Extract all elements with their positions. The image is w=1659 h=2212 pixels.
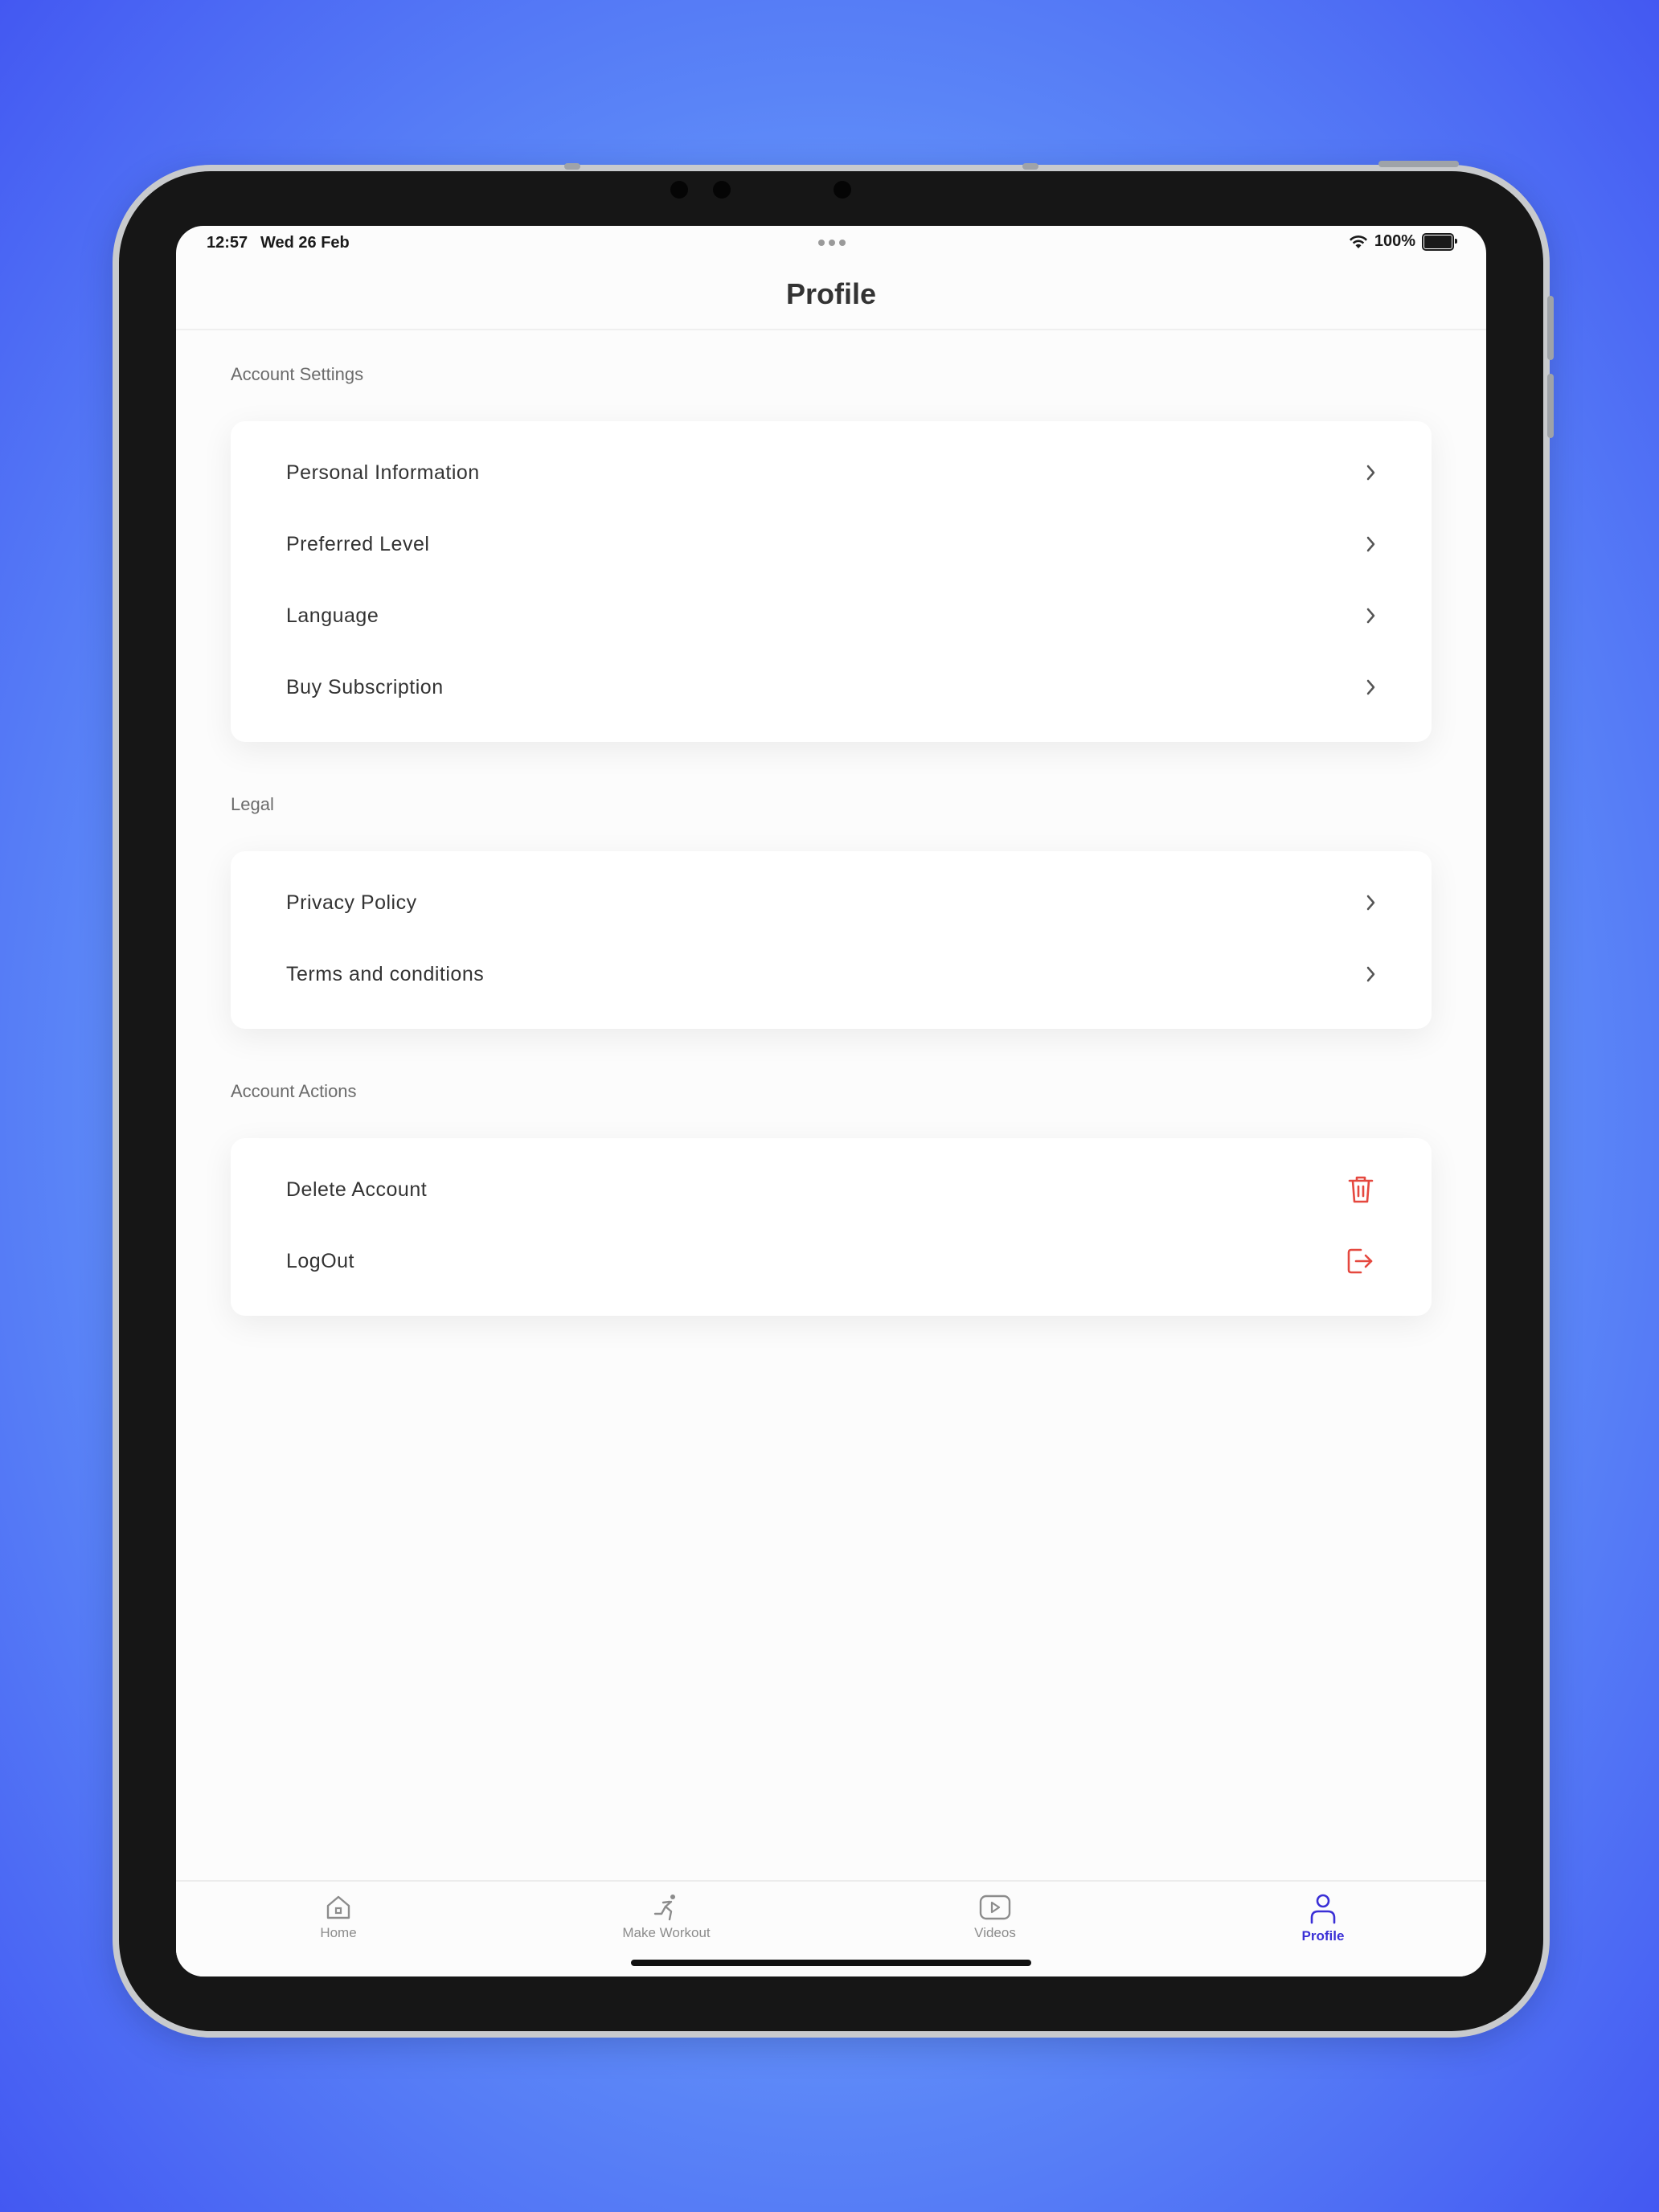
row-logout[interactable]: LogOut [231,1227,1432,1298]
workout-icon [653,1895,675,1921]
row-preferred-level[interactable]: Preferred Level [231,510,1432,581]
page-title: Profile [785,277,877,310]
tab-label: Videos [974,1925,1016,1940]
volume-down-button [1547,374,1554,438]
person-icon [1310,1894,1336,1924]
account-settings-card: Personal Information Preferred Level Lan… [231,421,1432,742]
section-label-legal: Legal [231,794,274,814]
status-right: 100% [1349,232,1457,251]
section-label-account-actions: Account Actions [231,1081,357,1101]
legal-card: Privacy Policy Terms and conditions [231,851,1432,1029]
chevron-right-icon [1366,465,1375,481]
wifi-icon [1349,235,1367,248]
top-button-left [564,163,580,170]
tab-videos[interactable]: Videos [955,1893,1035,1941]
front-camera [834,181,851,199]
navigation-bar: Profile [176,260,1486,330]
top-button-power [1378,161,1459,167]
row-label: Terms and conditions [286,963,485,985]
chevron-right-icon [1366,895,1375,911]
tab-make-workout[interactable]: Make Workout [610,1893,723,1941]
account-actions-card: Delete Account LogOut [231,1138,1432,1316]
section-label-account-settings: Account Settings [231,364,364,384]
app-screen: 12:57 Wed 26 Feb 100% Profile Account Se… [176,226,1486,1976]
battery-icon [1422,232,1457,251]
trash-icon[interactable] [1346,1174,1375,1205]
status-bar: 12:57 Wed 26 Feb 100% [176,226,1486,260]
tab-label: Make Workout [622,1925,711,1940]
sensor-dot-1 [670,181,688,199]
home-icon [326,1895,350,1919]
top-button-right [1022,163,1038,170]
tab-label: Home [320,1925,357,1940]
row-language[interactable]: Language [231,581,1432,653]
tab-profile[interactable]: Profile [1283,1893,1363,1944]
row-label: LogOut [286,1250,355,1272]
row-buy-subscription[interactable]: Buy Subscription [231,653,1432,724]
volume-up-button [1547,296,1554,360]
row-delete-account[interactable]: Delete Account [231,1155,1432,1227]
tab-home[interactable]: Home [298,1893,379,1941]
chevron-right-icon [1366,966,1375,982]
battery-percent: 100% [1374,232,1415,250]
logout-icon[interactable] [1345,1246,1375,1276]
video-icon [979,1895,1011,1920]
chevron-right-icon [1366,608,1375,624]
row-terms-and-conditions[interactable]: Terms and conditions [231,940,1432,1011]
chevron-right-icon [1366,679,1375,695]
row-label: Buy Subscription [286,676,444,698]
row-label: Language [286,604,379,627]
row-personal-information[interactable]: Personal Information [231,438,1432,510]
tab-label: Profile [1301,1928,1345,1944]
row-label: Delete Account [286,1178,428,1201]
home-indicator[interactable] [631,1960,1031,1966]
multitasking-dots-icon[interactable] [818,240,846,246]
row-label: Privacy Policy [286,891,417,914]
row-label: Personal Information [286,461,480,484]
status-time: 12:57 [207,234,248,252]
status-date: Wed 26 Feb [260,234,350,252]
row-label: Preferred Level [286,533,430,555]
chevron-right-icon [1366,536,1375,552]
sensor-dot-2 [713,181,731,199]
row-privacy-policy[interactable]: Privacy Policy [231,868,1432,940]
